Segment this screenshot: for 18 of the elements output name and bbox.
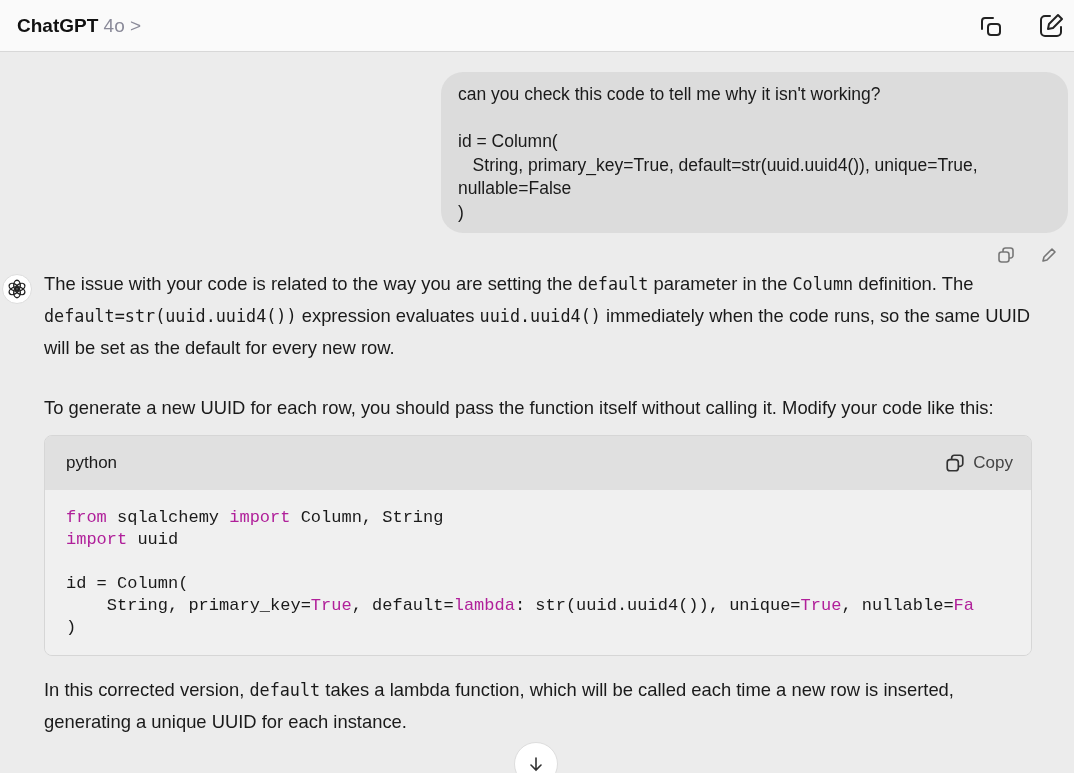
code-line: ) (66, 617, 78, 639)
response-paragraph: In this corrected version, default takes a lambda function, which will be called each time a new row is inserted, generating a unique UUID for each instance. (44, 678, 955, 734)
pencil-icon[interactable] (1040, 246, 1058, 264)
code-line: from sqlalchemy import Column, String (66, 507, 445, 529)
copy-code-button[interactable]: Copy (945, 453, 1013, 473)
copy-icon (945, 453, 966, 473)
scroll-down-button[interactable] (514, 742, 558, 773)
response-paragraph: The issue with your code is related to the way you are setting the default parameter in the Column definition. The default=str(uuid.uuid4()) expression evaluates uuid.uuid4() immediately when the code runs, so the same UUID will be set as the default for every new row. (44, 272, 1032, 360)
code-line: import uuid (66, 529, 180, 551)
response-paragraph: To generate a new UUID for each row, you should pass the function itself without calling it. Modify your code like this: (44, 396, 995, 420)
code-line: id = Column( (66, 573, 190, 595)
model-selector[interactable]: ChatGPT 4o > (17, 14, 142, 37)
code-language: python (66, 453, 118, 473)
code-line: String, primary_key=True, default=lambda: str(uuid.uuid4()), unique=True, nullable=Fa (105, 595, 975, 617)
new-chat-icon[interactable] (1038, 12, 1064, 39)
down-arrow-icon (529, 756, 543, 772)
copy-icon[interactable] (997, 246, 1015, 264)
user-message: can you check this code to tell me why it isn't working? id = Column( String, primary_key=True, default=str(uuid.uuid4()), unique=True, nullable=False ) (441, 72, 1068, 233)
